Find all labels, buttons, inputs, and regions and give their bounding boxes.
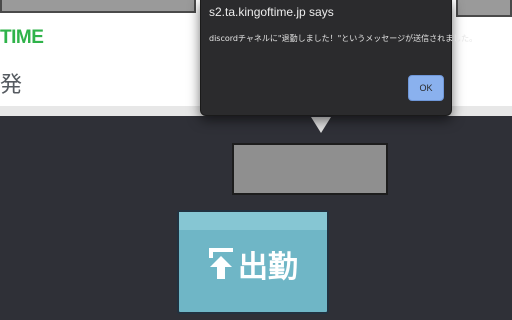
clock-in-arrow-icon xyxy=(209,248,233,279)
status-display-box xyxy=(232,143,388,195)
alert-title: s2.ta.kingoftime.jp says xyxy=(209,5,334,19)
brand-subtext: 発 xyxy=(0,73,23,98)
top-frame-right xyxy=(456,0,512,17)
clock-in-button-highlight xyxy=(179,212,327,230)
alert-dialog: s2.ta.kingoftime.jp says discordチャネルに"退勤… xyxy=(200,0,478,116)
tooltip-pointer xyxy=(311,117,331,133)
brand-logo: TIME xyxy=(0,27,44,48)
top-frame-left xyxy=(0,0,196,13)
clock-in-button-content: 出勤 xyxy=(179,242,327,286)
clock-in-button[interactable]: 出勤 xyxy=(177,210,329,314)
clock-in-label: 出勤 xyxy=(238,250,298,285)
ok-button[interactable]: OK xyxy=(408,75,444,101)
alert-message: discordチャネルに"退勤しました！"というメッセージが送信されました。 xyxy=(209,34,478,43)
